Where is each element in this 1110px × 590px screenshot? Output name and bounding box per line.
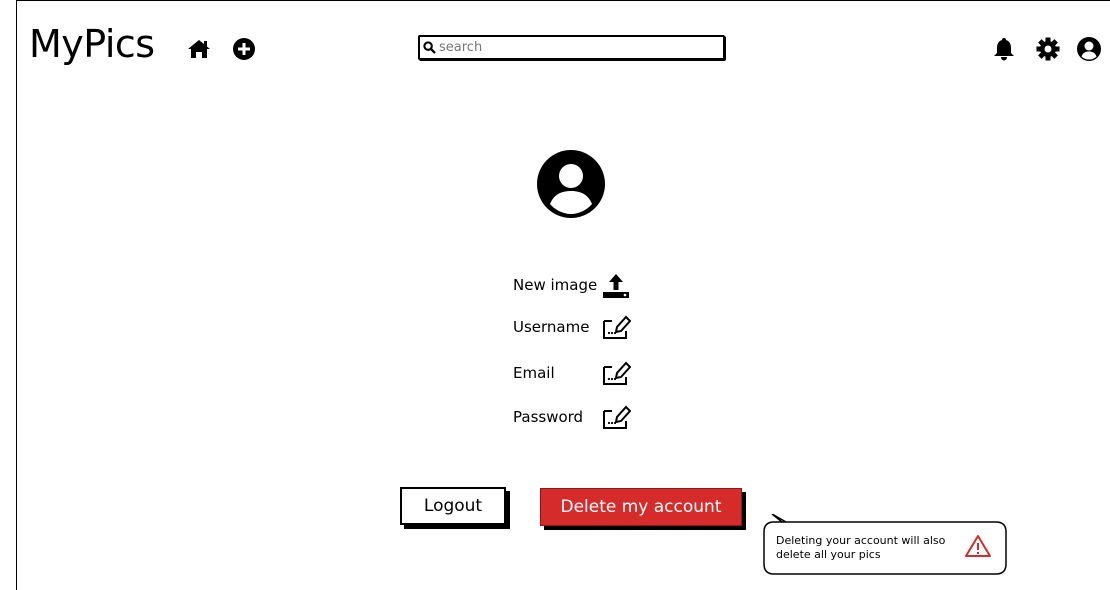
search-input[interactable]	[439, 40, 719, 55]
delete-warning-callout: Deleting your account will also delete a…	[762, 514, 1008, 576]
plus-circle-icon[interactable]	[231, 36, 257, 62]
user-avatar-icon	[536, 149, 606, 219]
field-label-password: Password	[513, 408, 584, 426]
field-label-new-image: New image	[513, 276, 598, 294]
field-row-username: Username	[513, 313, 631, 341]
edit-username-icon[interactable]	[601, 313, 631, 341]
upload-icon[interactable]	[601, 271, 631, 299]
field-row-new-image: New image	[513, 271, 631, 299]
user-circle-icon[interactable]	[1076, 36, 1102, 62]
field-row-email: Email	[513, 359, 631, 387]
app-title: MyPics	[29, 22, 155, 66]
field-label-username: Username	[513, 318, 590, 336]
warning-icon	[964, 534, 992, 558]
edit-email-icon[interactable]	[601, 359, 631, 387]
delete-account-button[interactable]: Delete my account	[540, 488, 742, 526]
field-label-email: Email	[513, 364, 555, 382]
home-icon[interactable]	[186, 36, 212, 62]
search-icon	[423, 41, 436, 54]
search-bar[interactable]	[418, 35, 725, 60]
bell-icon[interactable]	[991, 36, 1017, 62]
field-row-password: Password	[513, 403, 631, 431]
gear-icon[interactable]	[1035, 36, 1061, 62]
edit-password-icon[interactable]	[601, 403, 631, 431]
callout-text: Deleting your account will also delete a…	[776, 534, 946, 561]
logout-button[interactable]: Logout	[400, 487, 506, 525]
